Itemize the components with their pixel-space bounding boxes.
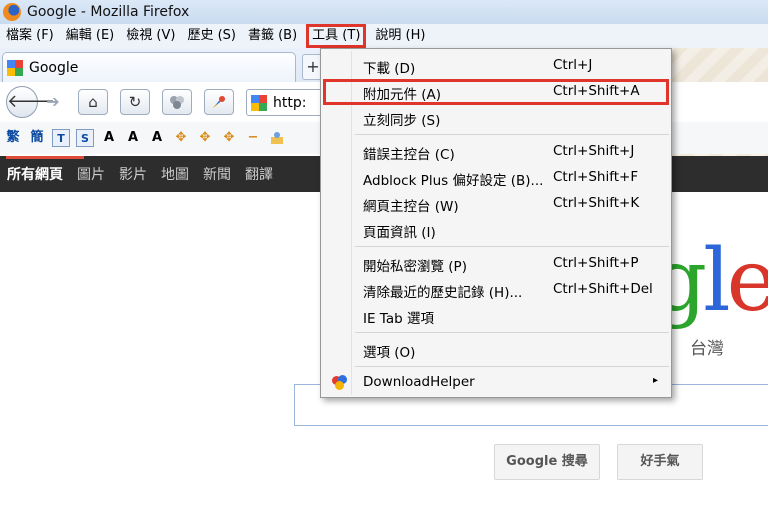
google-search-button[interactable]: Google 搜尋 [494,444,600,480]
gbar-web[interactable]: 所有網頁 [0,164,70,184]
gbar-maps[interactable]: 地圖 [154,164,196,184]
google-favicon-icon [7,59,23,76]
menu-bookmarks[interactable]: 書籤 (B) [242,25,303,47]
window-title: Google - Mozilla Firefox [27,4,190,20]
menu-item-page-info[interactable]: 頁面資訊 (I) [323,217,669,243]
menu-bar: 檔案 (F) 編輯 (E) 檢視 (V) 歷史 (S) 書籤 (B) 工具 (T… [0,24,768,48]
address-bar[interactable]: http: [246,89,324,116]
menu-item-adblock-prefs[interactable]: Adblock Plus 偏好設定 (B)... Ctrl+Shift+F [323,165,669,191]
menu-item-private-browsing[interactable]: 開始私密瀏覽 (P) Ctrl+Shift+P [323,251,669,277]
menu-separator [355,366,669,367]
menu-view[interactable]: 檢視 (V) [120,25,181,47]
url-text: http: [273,94,307,111]
menu-item-addons[interactable]: 附加元件 (A) Ctrl+Shift+A [323,79,669,105]
addon-gray-icon[interactable] [162,89,192,115]
menu-item-downloads[interactable]: 下載 (D) Ctrl+J [323,53,669,79]
back-button[interactable]: 🡐 [6,86,55,118]
lucky-button[interactable]: 好手氣 [617,444,703,480]
gbar-images[interactable]: 圖片 [70,164,112,184]
google-region: 台灣 [690,339,724,359]
font-increase-icon[interactable]: A [100,129,118,147]
simplified-chinese-icon[interactable]: 簡 [28,129,46,147]
tools-addon-icon[interactable] [268,129,286,147]
home-button[interactable]: ⌂ [78,89,108,115]
tab-title: Google [29,59,79,76]
site-identity-icon [251,94,267,111]
font-reset-icon[interactable]: A [148,129,166,147]
menu-separator [355,246,669,247]
move-top-icon[interactable]: ✥ [196,129,214,147]
submenu-arrow-icon: ▸ [653,375,659,386]
translate-t-icon[interactable]: T [52,129,70,147]
menu-separator [355,332,669,333]
traditional-chinese-icon[interactable]: 繁 [4,129,22,147]
menu-item-error-console[interactable]: 錯誤主控台 (C) Ctrl+Shift+J [323,139,669,165]
translate-s-icon[interactable]: S [76,129,94,147]
tab-google[interactable]: Google [2,52,296,82]
firefox-logo-icon [3,3,21,21]
menu-edit[interactable]: 編輯 (E) [60,25,121,47]
reload-button[interactable]: ↻ [120,89,150,115]
addon-rocket-icon[interactable] [204,89,234,115]
menu-help[interactable]: 說明 (H) [369,25,431,47]
menu-item-sync-now[interactable]: 立刻同步 (S) [323,105,669,131]
move-icon[interactable]: ✥ [172,129,190,147]
gbar-videos[interactable]: 影片 [112,164,154,184]
menu-item-downloadhelper[interactable]: DownloadHelper ▸ [323,370,669,396]
minus-icon[interactable]: − [244,129,262,147]
downloadhelper-icon [332,375,348,391]
menu-file[interactable]: 檔案 (F) [0,25,60,47]
move-side-icon[interactable]: ✥ [220,129,238,147]
gbar-news[interactable]: 新聞 [196,164,238,184]
menu-item-ietab-options[interactable]: IE Tab 選項 [323,303,669,329]
gbar-active-indicator [6,156,84,159]
forward-button[interactable]: ➔ [40,91,66,113]
menu-history[interactable]: 歷史 (S) [181,25,242,47]
tools-menu: 下載 (D) Ctrl+J 附加元件 (A) Ctrl+Shift+A 立刻同步… [320,48,672,398]
menu-tools[interactable]: 工具 (T) [306,24,367,48]
title-bar: Google - Mozilla Firefox [0,0,768,24]
gbar-translate[interactable]: 翻譯 [238,164,280,184]
menu-item-web-console[interactable]: 網頁主控台 (W) Ctrl+Shift+K [323,191,669,217]
menu-separator [355,134,669,135]
font-decrease-icon[interactable]: A [124,129,142,147]
menu-item-options[interactable]: 選項 (O) [323,337,669,363]
menu-item-clear-history[interactable]: 清除最近的歷史記錄 (H)... Ctrl+Shift+Del [323,277,669,303]
